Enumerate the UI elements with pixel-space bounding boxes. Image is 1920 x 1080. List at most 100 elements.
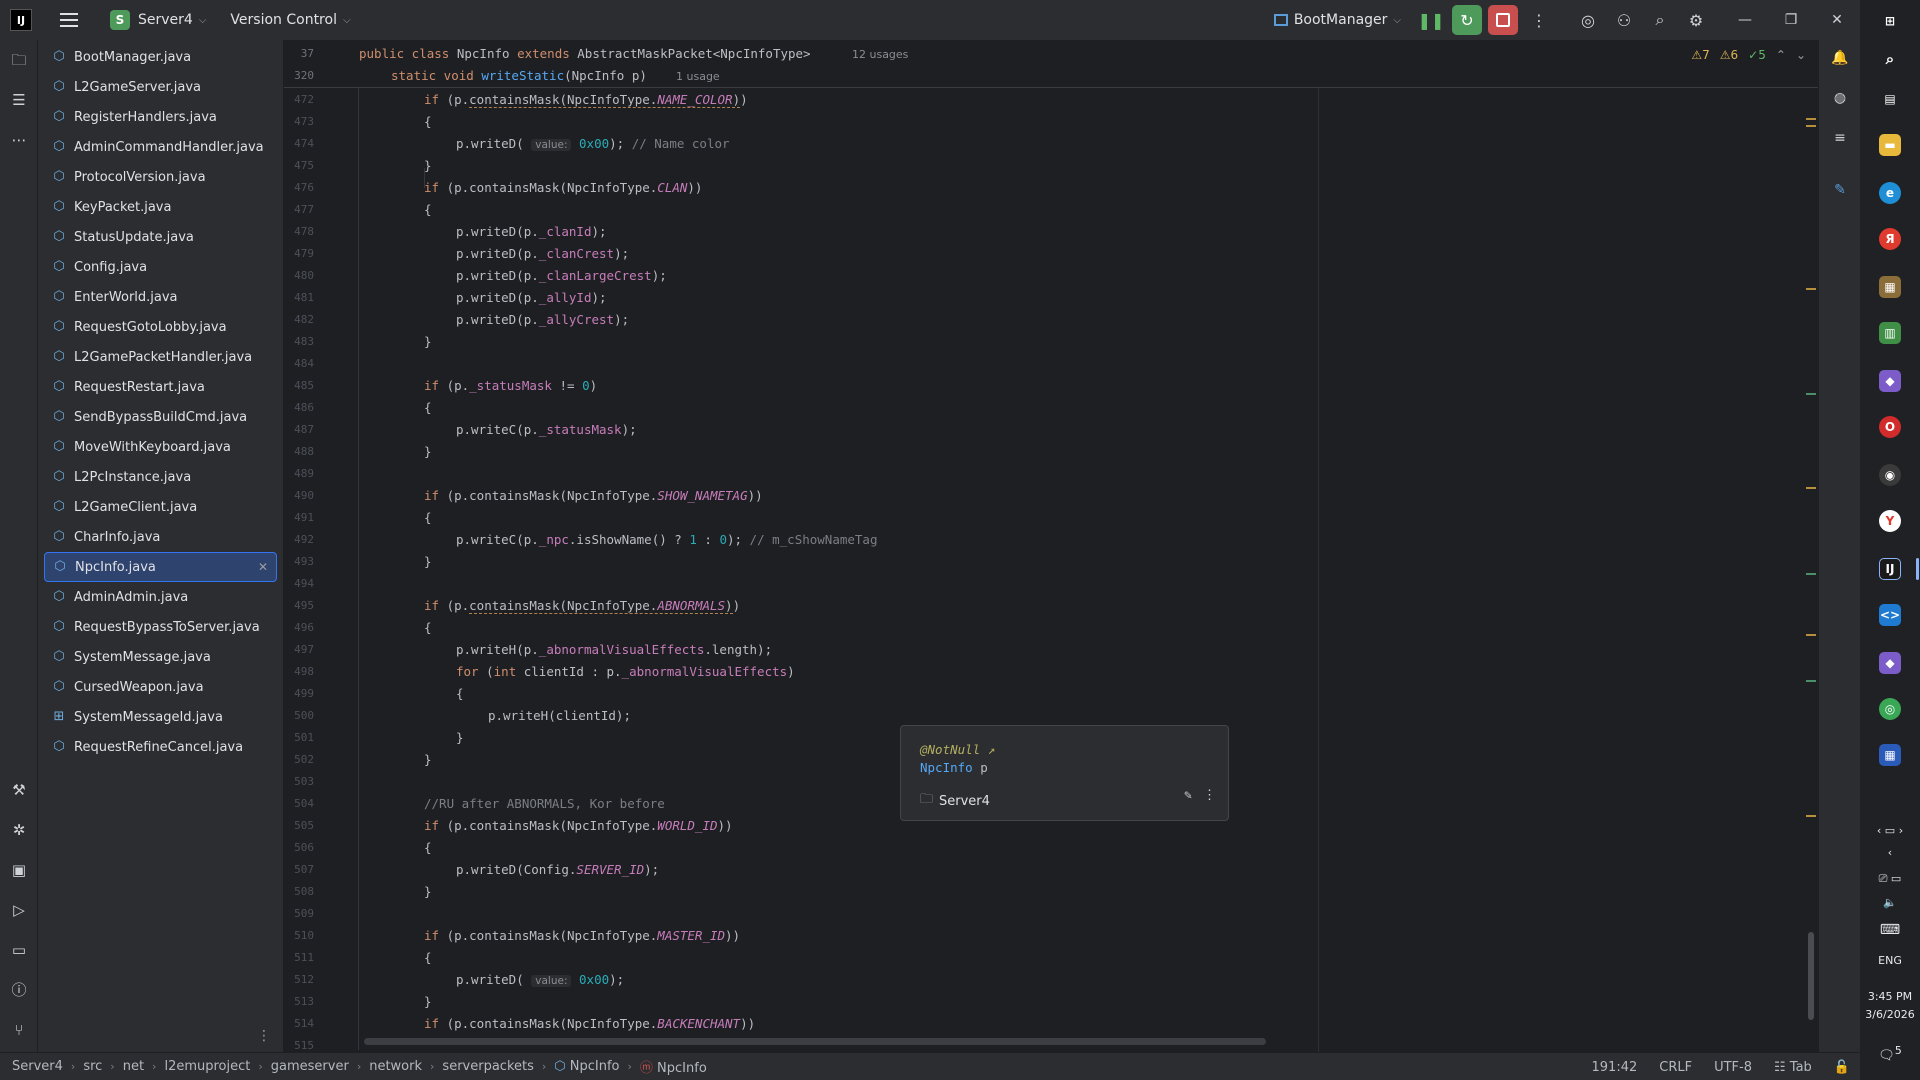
database-icon[interactable]: ≡ bbox=[1830, 130, 1850, 150]
search-icon[interactable]: ⌕ bbox=[1879, 48, 1901, 70]
code-line[interactable]: for (int clientId : p._abnormalVisualEff… bbox=[456, 664, 795, 679]
media-app-icon[interactable]: ▦ bbox=[1879, 744, 1901, 766]
project-folder-icon[interactable]: 🗀 bbox=[9, 50, 29, 70]
line-number[interactable]: 480 bbox=[284, 269, 314, 282]
line-number[interactable]: 481 bbox=[284, 291, 314, 304]
obsidian-icon[interactable]: ◆ bbox=[1879, 652, 1901, 674]
file-item[interactable]: ⬡ KeyPacket.java bbox=[38, 192, 283, 222]
code-editor[interactable]: 37 public class NpcInfo extends Abstract… bbox=[284, 40, 1818, 1052]
photos-app-icon[interactable]: ▦ bbox=[1879, 276, 1901, 298]
close-tab-icon[interactable]: ✕ bbox=[258, 560, 268, 574]
file-item[interactable]: ⬡ Config.java bbox=[38, 252, 283, 282]
code-line[interactable]: p.writeD(p._allyId); bbox=[456, 290, 607, 305]
code-line[interactable]: { bbox=[424, 620, 432, 635]
code-line[interactable]: { bbox=[424, 950, 432, 965]
code-line[interactable]: p.writeD(p._clanLargeCrest); bbox=[456, 268, 667, 283]
more-options-icon[interactable]: ⋮ bbox=[257, 1028, 271, 1044]
close-icon[interactable]: ✕ bbox=[1814, 12, 1860, 28]
code-line[interactable]: if (p.containsMask(NpcInfoType.NAME_COLO… bbox=[424, 92, 748, 108]
line-number[interactable]: 490 bbox=[284, 489, 314, 502]
ai-chat-icon[interactable]: ◍ bbox=[1830, 90, 1850, 110]
chevron-down-icon[interactable]: ⌄ bbox=[1796, 48, 1806, 62]
line-number[interactable]: 472 bbox=[284, 93, 314, 106]
code-line[interactable]: } bbox=[424, 444, 432, 459]
line-number[interactable]: 512 bbox=[284, 973, 314, 986]
code-line[interactable]: p.writeD( value: 0x00); bbox=[456, 972, 624, 987]
line-number[interactable]: 488 bbox=[284, 445, 314, 458]
breadcrumb-item[interactable]: src bbox=[83, 1059, 102, 1074]
notnull-annotation[interactable]: @NotNull ↗ bbox=[920, 742, 995, 757]
line-number[interactable]: 478 bbox=[284, 225, 314, 238]
search-icon[interactable]: ⌕ bbox=[1645, 5, 1675, 35]
task-view-icon[interactable]: ▤ bbox=[1879, 88, 1901, 110]
line-number[interactable]: 497 bbox=[284, 643, 314, 656]
file-item[interactable]: ⬡ CharInfo.java bbox=[38, 522, 283, 552]
tray-scroll-arrows[interactable]: ‹ ▭ › bbox=[1860, 824, 1920, 837]
code-line[interactable]: p.writeD(p._clanId); bbox=[456, 224, 607, 239]
line-number[interactable]: 484 bbox=[284, 357, 314, 370]
line-number[interactable]: 474 bbox=[284, 137, 314, 150]
yandex-browser-icon[interactable]: Я bbox=[1879, 228, 1901, 250]
file-item[interactable]: ⬡ NpcInfo.java ✕ bbox=[44, 552, 277, 582]
clock-time[interactable]: 3:45 PM bbox=[1860, 990, 1920, 1003]
line-number[interactable]: 501 bbox=[284, 731, 314, 744]
code-line[interactable]: { bbox=[424, 510, 432, 525]
class-usages-link[interactable]: 12 usages bbox=[852, 48, 908, 61]
code-line[interactable]: p.writeD( value: 0x00); // Name color bbox=[456, 136, 730, 151]
notifications-bell-icon[interactable]: 🔔 bbox=[1830, 50, 1850, 70]
markdown-edit-icon[interactable]: ✎ bbox=[1830, 182, 1850, 202]
input-language[interactable]: ENG bbox=[1860, 954, 1920, 967]
build-hammer-icon[interactable]: ⚒ bbox=[9, 780, 29, 800]
code-line[interactable]: if (p.containsMask(NpcInfoType.BACKENCHA… bbox=[424, 1016, 755, 1031]
pause-icon[interactable]: ❚❚ bbox=[1416, 5, 1446, 35]
code-line[interactable]: } bbox=[424, 752, 432, 767]
code-line[interactable]: if (p.containsMask(NpcInfoType.ABNORMALS… bbox=[424, 598, 740, 614]
line-number[interactable]: 504 bbox=[284, 797, 314, 810]
line-number[interactable]: 499 bbox=[284, 687, 314, 700]
sticky-scroll-header[interactable]: 37 public class NpcInfo extends Abstract… bbox=[284, 40, 1818, 88]
line-number[interactable]: 505 bbox=[284, 819, 314, 832]
code-line[interactable]: } bbox=[424, 334, 432, 349]
code-line[interactable]: p.writeH(clientId); bbox=[488, 708, 631, 723]
file-item[interactable]: ⬡ SystemMessage.java bbox=[38, 642, 283, 672]
line-number[interactable]: 476 bbox=[284, 181, 314, 194]
problems-icon[interactable]: ⓘ bbox=[9, 980, 29, 1000]
line-number[interactable]: 514 bbox=[284, 1017, 314, 1030]
settings-gear-icon[interactable]: ⚙ bbox=[1681, 5, 1711, 35]
chevron-up-icon[interactable]: ⌃ bbox=[1776, 48, 1786, 62]
code-line[interactable]: p.writeC(p._statusMask); bbox=[456, 422, 637, 437]
spreadsheet-app-icon[interactable]: ▥ bbox=[1879, 322, 1901, 344]
line-number[interactable]: 486 bbox=[284, 401, 314, 414]
code-line[interactable]: if (p.containsMask(NpcInfoType.MASTER_ID… bbox=[424, 928, 740, 943]
code-line[interactable]: p.writeD(p._allyCrest); bbox=[456, 312, 629, 327]
line-number[interactable]: 479 bbox=[284, 247, 314, 260]
breadcrumb-item[interactable]: ⬡ NpcInfo bbox=[554, 1059, 619, 1074]
code-line[interactable]: { bbox=[424, 840, 432, 855]
file-item[interactable]: ⬡ RegisterHandlers.java bbox=[38, 102, 283, 132]
line-number[interactable]: 473 bbox=[284, 115, 314, 128]
minimize-icon[interactable]: — bbox=[1722, 12, 1768, 28]
line-number[interactable]: 487 bbox=[284, 423, 314, 436]
code-line[interactable]: } bbox=[424, 158, 432, 173]
run-icon[interactable]: ▷ bbox=[9, 900, 29, 920]
file-item[interactable]: ⊞ SystemMessageId.java bbox=[38, 702, 283, 732]
breadcrumb-item[interactable]: l2emuproject bbox=[164, 1059, 250, 1074]
line-number[interactable]: 489 bbox=[284, 467, 314, 480]
services-icon[interactable]: ▣ bbox=[9, 860, 29, 880]
stop-button[interactable] bbox=[1488, 5, 1518, 35]
line-number[interactable]: 506 bbox=[284, 841, 314, 854]
file-item[interactable]: ⬡ SendBypassBuildCmd.java bbox=[38, 402, 283, 432]
code-line[interactable]: p.writeH(p._abnormalVisualEffects.length… bbox=[456, 642, 772, 657]
breadcrumb-item[interactable]: Server4 bbox=[12, 1059, 63, 1074]
code-line[interactable]: p.writeD(Config.SERVER_ID); bbox=[456, 862, 659, 877]
code-line[interactable]: { bbox=[424, 400, 432, 415]
code-line[interactable]: if (p.containsMask(NpcInfoType.CLAN)) bbox=[424, 180, 702, 195]
version-control-menu[interactable]: Version Control ⌵ bbox=[230, 12, 350, 28]
chrome-browser-icon[interactable]: ◎ bbox=[1879, 698, 1901, 720]
file-item[interactable]: ⬡ RequestRestart.java bbox=[38, 372, 283, 402]
more-tools-icon[interactable]: ⋯ bbox=[9, 130, 29, 150]
breadcrumb-item[interactable]: serverpackets bbox=[442, 1059, 533, 1074]
project-selector[interactable]: S Server4 ⌵ bbox=[78, 10, 206, 30]
edge-browser-icon[interactable]: e bbox=[1879, 182, 1901, 204]
file-item[interactable]: ⬡ RequestRefineCancel.java bbox=[38, 732, 283, 762]
